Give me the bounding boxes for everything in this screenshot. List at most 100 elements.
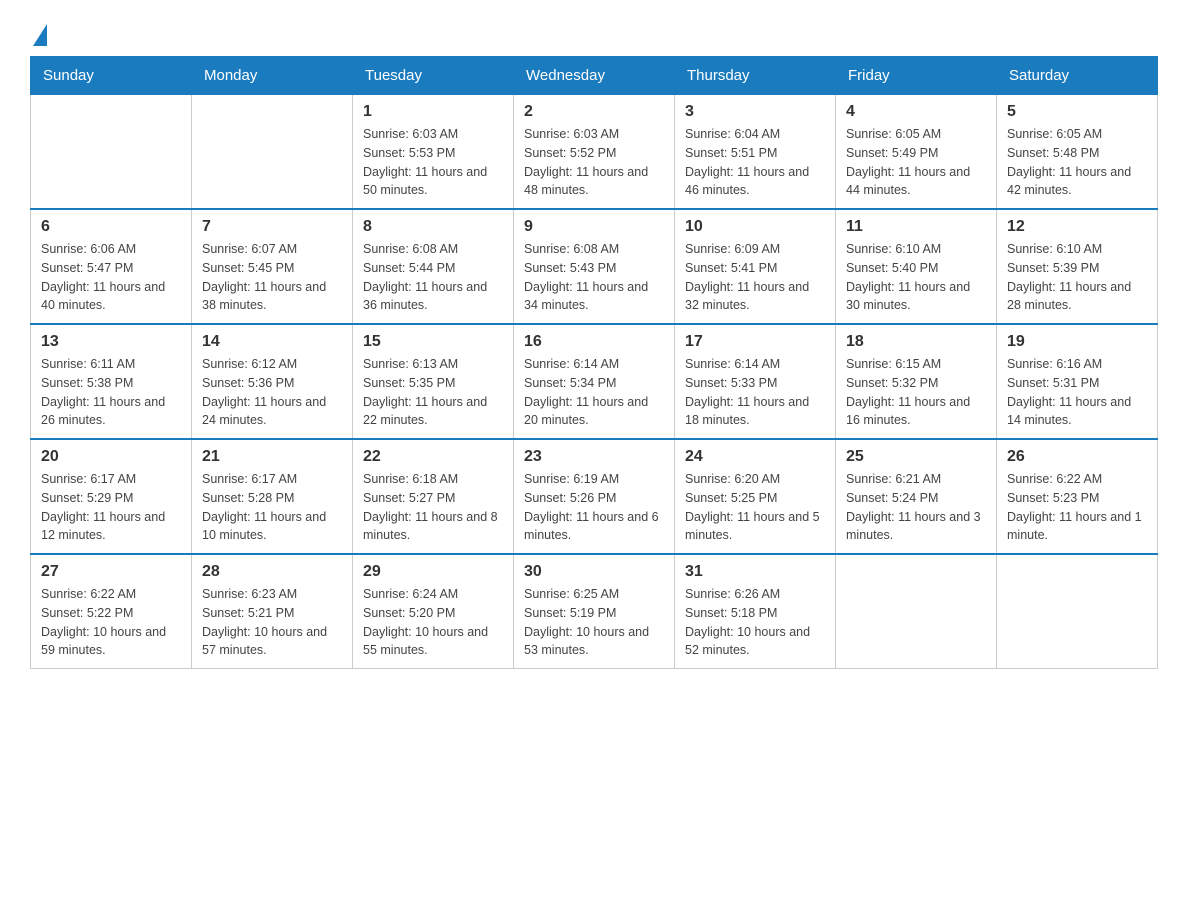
day-info: Sunrise: 6:14 AMSunset: 5:34 PMDaylight:… — [524, 355, 664, 430]
sunset-text: Sunset: 5:28 PM — [202, 489, 342, 508]
sunrise-text: Sunrise: 6:03 AM — [363, 125, 503, 144]
sunset-text: Sunset: 5:49 PM — [846, 144, 986, 163]
daylight-text: Daylight: 11 hours and 34 minutes. — [524, 278, 664, 316]
day-info: Sunrise: 6:05 AMSunset: 5:48 PMDaylight:… — [1007, 125, 1147, 200]
day-number: 12 — [1007, 218, 1147, 236]
table-row: 29Sunrise: 6:24 AMSunset: 5:20 PMDayligh… — [353, 554, 514, 669]
day-number: 20 — [41, 448, 181, 466]
day-number: 8 — [363, 218, 503, 236]
sunrise-text: Sunrise: 6:22 AM — [41, 585, 181, 604]
day-info: Sunrise: 6:18 AMSunset: 5:27 PMDaylight:… — [363, 470, 503, 545]
sunrise-text: Sunrise: 6:11 AM — [41, 355, 181, 374]
day-info: Sunrise: 6:12 AMSunset: 5:36 PMDaylight:… — [202, 355, 342, 430]
daylight-text: Daylight: 10 hours and 57 minutes. — [202, 623, 342, 661]
day-info: Sunrise: 6:10 AMSunset: 5:40 PMDaylight:… — [846, 240, 986, 315]
table-row: 8Sunrise: 6:08 AMSunset: 5:44 PMDaylight… — [353, 209, 514, 324]
weekday-header-friday: Friday — [836, 57, 997, 95]
day-number: 13 — [41, 333, 181, 351]
day-number: 27 — [41, 563, 181, 581]
day-info: Sunrise: 6:16 AMSunset: 5:31 PMDaylight:… — [1007, 355, 1147, 430]
calendar-week-row: 6Sunrise: 6:06 AMSunset: 5:47 PMDaylight… — [31, 209, 1158, 324]
table-row — [192, 95, 353, 210]
day-info: Sunrise: 6:05 AMSunset: 5:49 PMDaylight:… — [846, 125, 986, 200]
sunset-text: Sunset: 5:20 PM — [363, 604, 503, 623]
sunset-text: Sunset: 5:25 PM — [685, 489, 825, 508]
table-row — [31, 95, 192, 210]
sunset-text: Sunset: 5:53 PM — [363, 144, 503, 163]
day-info: Sunrise: 6:08 AMSunset: 5:43 PMDaylight:… — [524, 240, 664, 315]
sunrise-text: Sunrise: 6:19 AM — [524, 470, 664, 489]
table-row: 5Sunrise: 6:05 AMSunset: 5:48 PMDaylight… — [997, 95, 1158, 210]
table-row: 1 Sunrise: 6:03 AMSunset: 5:53 PMDaylight… — [353, 95, 514, 210]
daylight-text: Daylight: 11 hours and 14 minutes. — [1007, 393, 1147, 431]
daylight-text: Daylight: 11 hours and 5 minutes. — [685, 508, 825, 546]
sunset-text: Sunset: 5:26 PM — [524, 489, 664, 508]
sunset-text: Sunset: 5:34 PM — [524, 374, 664, 393]
day-info: Sunrise: 6:13 AMSunset: 5:35 PMDaylight:… — [363, 355, 503, 430]
sunrise-text: Sunrise: 6:08 AM — [363, 240, 503, 259]
weekday-header-row: SundayMondayTuesdayWednesdayThursdayFrid… — [31, 57, 1158, 95]
day-number: 23 — [524, 448, 664, 466]
sunrise-text: Sunrise: 6:20 AM — [685, 470, 825, 489]
weekday-header-sunday: Sunday — [31, 57, 192, 95]
day-info: Sunrise: 6:04 AMSunset: 5:51 PMDaylight:… — [685, 125, 825, 200]
sunset-text: Sunset: 5:27 PM — [363, 489, 503, 508]
table-row: 13Sunrise: 6:11 AMSunset: 5:38 PMDayligh… — [31, 324, 192, 439]
daylight-text: Daylight: 11 hours and 16 minutes. — [846, 393, 986, 431]
sunrise-text: Sunrise: 6:05 AM — [846, 125, 986, 144]
day-number: 30 — [524, 563, 664, 581]
sunset-text: Sunset: 5:31 PM — [1007, 374, 1147, 393]
table-row: 10Sunrise: 6:09 AMSunset: 5:41 PMDayligh… — [675, 209, 836, 324]
daylight-text: Daylight: 11 hours and 50 minutes. — [363, 163, 503, 201]
sunset-text: Sunset: 5:33 PM — [685, 374, 825, 393]
sunrise-text: Sunrise: 6:14 AM — [524, 355, 664, 374]
sunset-text: Sunset: 5:51 PM — [685, 144, 825, 163]
sunset-text: Sunset: 5:24 PM — [846, 489, 986, 508]
day-number: 6 — [41, 218, 181, 236]
table-row: 17 Sunrise: 6:14 AMSunset: 5:33 PMDayligh… — [675, 324, 836, 439]
table-row: 4 Sunrise: 6:05 AMSunset: 5:49 PMDaylight… — [836, 95, 997, 210]
day-info: Sunrise: 6:21 AMSunset: 5:24 PMDaylight:… — [846, 470, 986, 545]
day-number: 17 — [685, 333, 825, 351]
sunrise-text: Sunrise: 6:16 AM — [1007, 355, 1147, 374]
day-number: 4 — [846, 103, 986, 121]
sunrise-text: Sunrise: 6:26 AM — [685, 585, 825, 604]
daylight-text: Daylight: 11 hours and 3 minutes. — [846, 508, 986, 546]
day-number: 1 — [363, 103, 503, 121]
day-info: Sunrise: 6:03 AMSunset: 5:52 PMDaylight:… — [524, 125, 664, 200]
day-info: Sunrise: 6:07 AMSunset: 5:45 PMDaylight:… — [202, 240, 342, 315]
day-number: 16 — [524, 333, 664, 351]
sunset-text: Sunset: 5:32 PM — [846, 374, 986, 393]
daylight-text: Daylight: 11 hours and 10 minutes. — [202, 508, 342, 546]
daylight-text: Daylight: 11 hours and 26 minutes. — [41, 393, 181, 431]
daylight-text: Daylight: 11 hours and 6 minutes. — [524, 508, 664, 546]
sunset-text: Sunset: 5:52 PM — [524, 144, 664, 163]
table-row: 20Sunrise: 6:17 AMSunset: 5:29 PMDayligh… — [31, 439, 192, 554]
day-number: 7 — [202, 218, 342, 236]
day-info: Sunrise: 6:14 AMSunset: 5:33 PMDaylight:… — [685, 355, 825, 430]
table-row: 11Sunrise: 6:10 AMSunset: 5:40 PMDayligh… — [836, 209, 997, 324]
daylight-text: Daylight: 11 hours and 12 minutes. — [41, 508, 181, 546]
table-row: 14Sunrise: 6:12 AMSunset: 5:36 PMDayligh… — [192, 324, 353, 439]
day-number: 26 — [1007, 448, 1147, 466]
sunrise-text: Sunrise: 6:24 AM — [363, 585, 503, 604]
daylight-text: Daylight: 10 hours and 53 minutes. — [524, 623, 664, 661]
sunset-text: Sunset: 5:40 PM — [846, 259, 986, 278]
sunset-text: Sunset: 5:29 PM — [41, 489, 181, 508]
day-number: 15 — [363, 333, 503, 351]
day-number: 2 — [524, 103, 664, 121]
weekday-header-saturday: Saturday — [997, 57, 1158, 95]
daylight-text: Daylight: 11 hours and 40 minutes. — [41, 278, 181, 316]
table-row: 9Sunrise: 6:08 AMSunset: 5:43 PMDaylight… — [514, 209, 675, 324]
sunset-text: Sunset: 5:48 PM — [1007, 144, 1147, 163]
day-info: Sunrise: 6:24 AMSunset: 5:20 PMDaylight:… — [363, 585, 503, 660]
table-row: 22Sunrise: 6:18 AMSunset: 5:27 PMDayligh… — [353, 439, 514, 554]
sunrise-text: Sunrise: 6:03 AM — [524, 125, 664, 144]
sunset-text: Sunset: 5:35 PM — [363, 374, 503, 393]
daylight-text: Daylight: 11 hours and 1 minute. — [1007, 508, 1147, 546]
day-number: 24 — [685, 448, 825, 466]
daylight-text: Daylight: 11 hours and 42 minutes. — [1007, 163, 1147, 201]
table-row: 23 Sunrise: 6:19 AMSunset: 5:26 PMDayligh… — [514, 439, 675, 554]
sunrise-text: Sunrise: 6:04 AM — [685, 125, 825, 144]
table-row: 6Sunrise: 6:06 AMSunset: 5:47 PMDaylight… — [31, 209, 192, 324]
